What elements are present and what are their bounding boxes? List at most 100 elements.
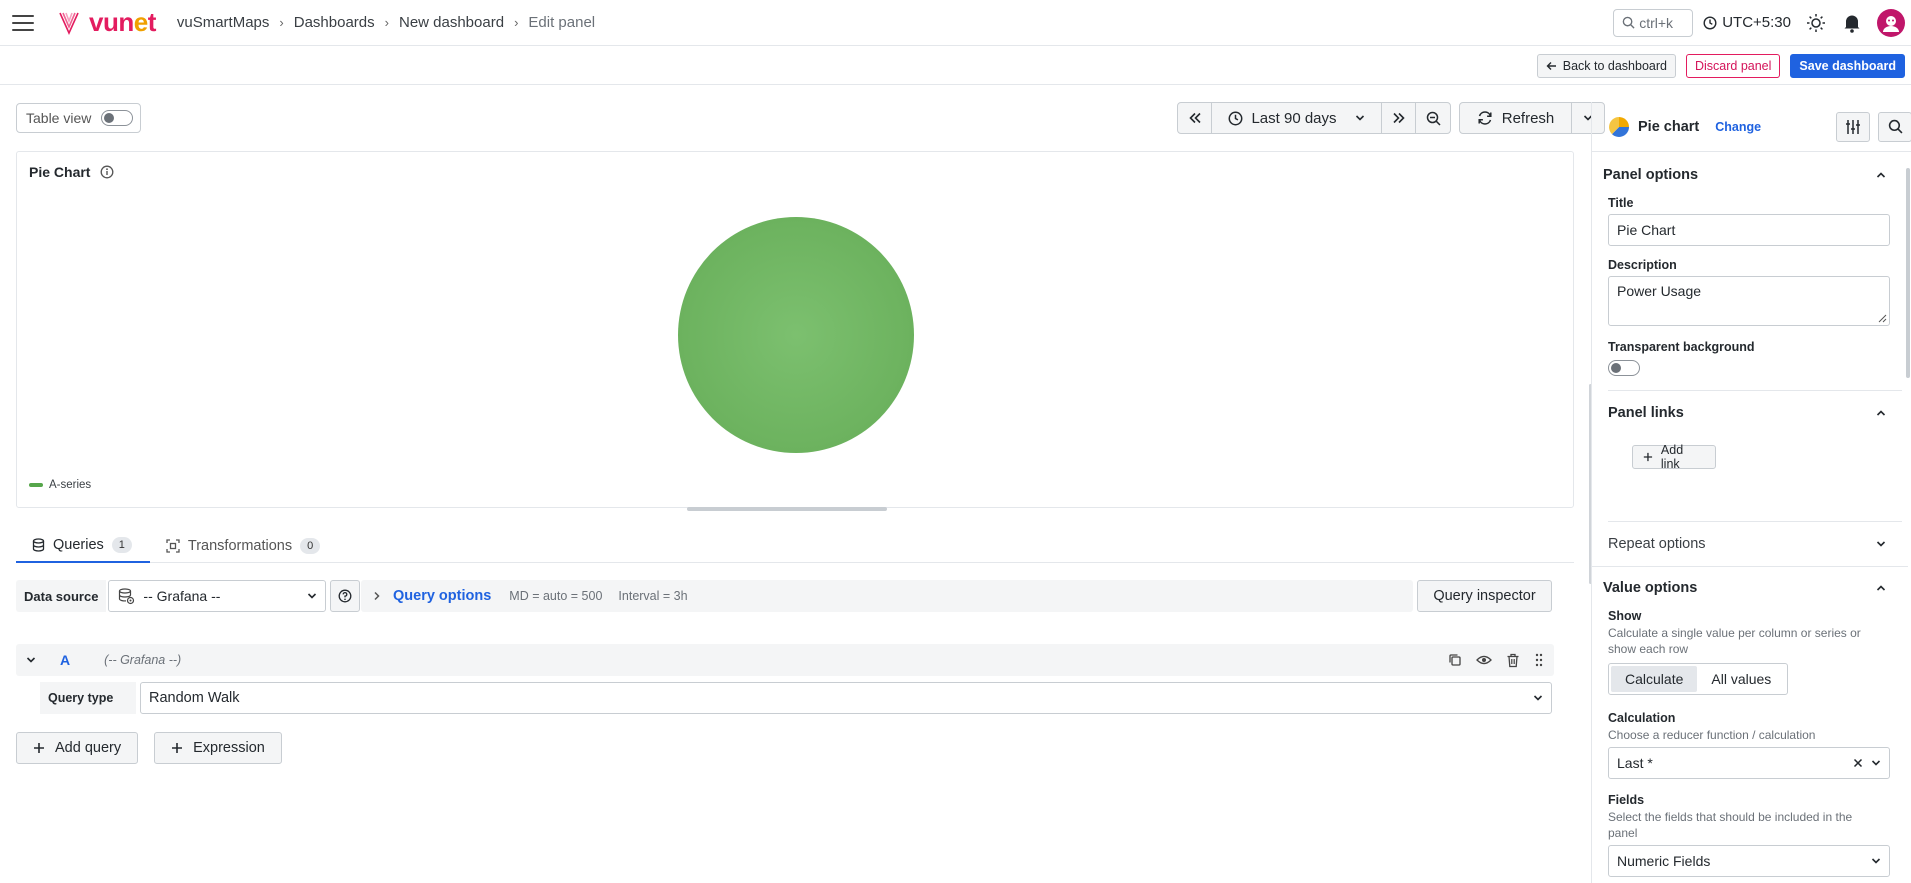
legend-label: A-series (49, 479, 92, 491)
chevron-up-icon (1876, 172, 1886, 178)
show-calculate-option[interactable]: Calculate (1611, 666, 1698, 692)
panel-options-body: Title Pie Chart Description Power Usage … (1592, 196, 1908, 376)
brand-logo[interactable]: vunet (89, 7, 156, 38)
add-expression-button[interactable]: Expression (154, 732, 282, 764)
notifications-button[interactable] (1841, 12, 1863, 34)
chevron-up-icon (1876, 410, 1886, 416)
back-to-dashboard-button[interactable]: Back to dashboard (1536, 53, 1676, 78)
options-search-button[interactable] (1878, 111, 1911, 142)
bell-icon (1844, 15, 1860, 33)
calculation-select[interactable]: Last * (1608, 747, 1890, 779)
title-label: Title (1608, 196, 1634, 210)
chevron-down-icon (1871, 760, 1881, 766)
datasource-help-button[interactable] (330, 580, 361, 612)
duplicate-query-icon[interactable] (1448, 653, 1462, 667)
grafana-datasource-icon (119, 588, 135, 605)
calculation-value: Last * (1617, 755, 1653, 771)
database-icon (32, 537, 45, 552)
arrow-left-icon (1546, 61, 1556, 70)
table-view-toggle[interactable]: Table view (16, 103, 141, 133)
show-all-values-option[interactable]: All values (1697, 666, 1785, 692)
user-avatar-icon (1883, 15, 1899, 32)
refresh-label: Refresh (1501, 109, 1555, 127)
title-input[interactable]: Pie Chart (1608, 214, 1890, 246)
chevron-up-icon (1876, 585, 1886, 591)
breadcrumb-dashboards[interactable]: Dashboards (294, 14, 375, 31)
repeat-options-section: Repeat options (1608, 521, 1902, 566)
refresh-button[interactable]: Refresh (1460, 103, 1572, 133)
table-view-switch[interactable] (101, 110, 134, 126)
save-dashboard-button[interactable]: Save dashboard (1790, 53, 1905, 78)
back-to-dashboard-label: Back to dashboard (1562, 58, 1667, 73)
clock-icon (1229, 111, 1243, 125)
user-avatar[interactable] (1877, 8, 1905, 37)
value-options-header[interactable]: Value options (1592, 567, 1908, 609)
drag-handle-icon[interactable] (1534, 653, 1544, 667)
zoom-out-button[interactable] (1416, 103, 1450, 133)
clear-icon[interactable] (1853, 758, 1863, 768)
repeat-options-heading: Repeat options (1608, 536, 1706, 552)
breadcrumb-new-dashboard[interactable]: New dashboard (399, 14, 504, 31)
options-scrollbar[interactable] (1906, 168, 1910, 378)
timezone-text: UTC+5:30 (1722, 14, 1791, 31)
time-range-label: Last 90 days (1251, 109, 1337, 127)
time-shift-forward-button[interactable] (1382, 103, 1416, 133)
datasource-label: Data source (16, 580, 107, 612)
chevron-right-icon: › (279, 15, 284, 30)
show-description: Calculate a single value per column or s… (1608, 626, 1861, 656)
tab-transformations-count: 0 (300, 537, 321, 554)
resize-grip-icon[interactable] (1878, 314, 1887, 323)
eye-icon[interactable] (1476, 654, 1492, 666)
description-label: Description (1608, 258, 1677, 272)
panel-resize-handle[interactable] (687, 507, 887, 511)
add-link-button[interactable]: Add link (1632, 443, 1716, 471)
options-filter-button[interactable] (1836, 111, 1870, 142)
add-query-button[interactable]: Add query (16, 732, 139, 764)
chevron-down-icon (1533, 695, 1543, 701)
tab-queries[interactable]: Queries 1 (16, 528, 150, 563)
change-visualization-button[interactable]: Change (1715, 120, 1761, 134)
add-query-label: Add query (55, 740, 122, 756)
repeat-options-header[interactable]: Repeat options (1608, 522, 1902, 566)
tab-transformations[interactable]: Transformations 0 (150, 528, 338, 563)
pie-slice-a-series[interactable] (678, 217, 914, 453)
query-type-select[interactable]: Random Walk (140, 682, 1552, 714)
transparent-bg-label: Transparent background (1608, 340, 1755, 354)
transparent-bg-switch[interactable] (1608, 360, 1640, 376)
tab-queries-count: 1 (111, 536, 132, 553)
chevron-down-icon (1871, 858, 1881, 864)
clock-icon (1703, 15, 1717, 30)
options-scroll-area: Panel options Title Pie Chart Descriptio… (1592, 154, 1908, 883)
panel-links-header[interactable]: Panel links (1608, 391, 1902, 435)
time-shift-back-button[interactable] (1178, 103, 1212, 133)
datasource-row: Data source -- Grafana -- (16, 580, 361, 612)
collapse-chevron-icon[interactable] (26, 656, 36, 664)
panel-options-header[interactable]: Panel options (1592, 160, 1908, 190)
query-ref-id[interactable]: A (60, 652, 70, 668)
fields-select[interactable]: Numeric Fields (1608, 845, 1890, 877)
edit-panel-action-bar: Back to dashboard Discard panel Save das… (0, 47, 1911, 85)
discard-panel-button[interactable]: Discard panel (1685, 53, 1781, 78)
show-label: Show (1608, 609, 1642, 623)
breadcrumb-home[interactable]: vuSmartMaps (177, 14, 270, 31)
plus-icon (34, 743, 44, 753)
question-circle-icon (338, 589, 352, 603)
query-tabs: Queries 1 Transformations 0 (16, 528, 1574, 563)
query-interval: Interval = 3h (618, 589, 688, 603)
timezone-indicator[interactable]: UTC+5:30 (1703, 14, 1791, 31)
theme-toggle-button[interactable] (1805, 12, 1827, 34)
query-type-row: Query type Random Walk (40, 682, 1552, 714)
query-inspector-button[interactable]: Query inspector (1417, 580, 1552, 612)
search-shortcut-hint: ctrl+k (1639, 14, 1674, 31)
chart-legend[interactable]: A-series (29, 479, 91, 491)
menu-icon[interactable] (12, 14, 34, 31)
datasource-select[interactable]: -- Grafana -- (108, 580, 327, 612)
global-search-box[interactable]: ctrl+k (1613, 8, 1694, 37)
trash-icon[interactable] (1506, 653, 1520, 668)
query-options-bar[interactable]: Query options MD = auto = 500 Interval =… (361, 580, 1413, 612)
description-textarea[interactable]: Power Usage (1608, 276, 1890, 326)
chevron-down-icon (308, 593, 317, 599)
vunet-logo-icon[interactable] (58, 9, 80, 37)
add-query-row: Add query Expression (16, 732, 282, 764)
time-range-picker[interactable]: Last 90 days (1212, 103, 1382, 133)
